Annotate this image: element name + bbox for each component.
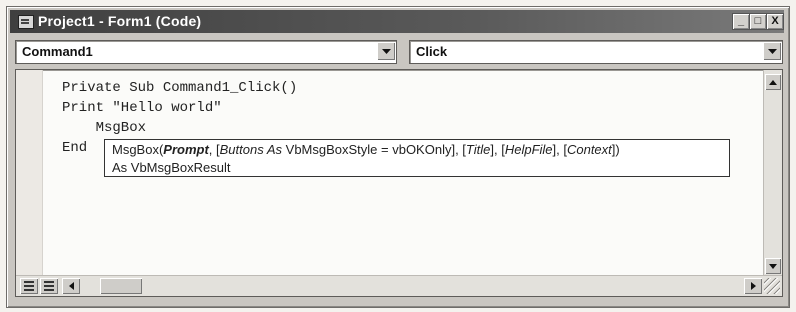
title-bar[interactable]: Project1 - Form1 (Code) _ □ X <box>10 10 784 33</box>
maximize-button[interactable]: □ <box>749 13 767 30</box>
tooltip-buttons-param: Buttons As <box>219 142 283 157</box>
scroll-up-button[interactable] <box>765 74 781 90</box>
margin-indicator-bar[interactable] <box>16 70 43 276</box>
dropdown-arrow-icon <box>767 48 777 54</box>
procedure-combo-value: Click <box>416 44 448 59</box>
scroll-down-button[interactable] <box>765 258 781 274</box>
procedure-view-icon <box>24 281 34 291</box>
tooltip-prompt-param: Prompt <box>163 142 209 157</box>
form-icon <box>18 15 34 29</box>
close-icon: X <box>771 15 779 27</box>
horizontal-scrollbar[interactable] <box>16 275 782 296</box>
procedure-view-button[interactable] <box>20 278 38 294</box>
tooltip-return-type: As VbMsgBoxResult <box>112 160 231 175</box>
close-button[interactable]: X <box>766 13 784 30</box>
scroll-left-button[interactable] <box>62 278 80 294</box>
scroll-left-icon <box>68 282 74 290</box>
scroll-right-icon <box>750 282 756 290</box>
quick-info-tooltip: MsgBox(Prompt, [Buttons As VbMsgBoxStyle… <box>104 139 730 177</box>
procedure-combo-dropdown-button[interactable] <box>763 42 781 60</box>
full-module-view-button[interactable] <box>40 278 58 294</box>
full-module-view-icon <box>44 281 54 291</box>
minimize-button[interactable]: _ <box>732 13 750 30</box>
scroll-up-icon <box>769 79 777 85</box>
tooltip-title-param: Title <box>465 142 491 157</box>
scroll-down-icon <box>769 263 777 269</box>
procedure-combo[interactable]: Click <box>409 40 783 64</box>
tooltip-context-param: Context <box>566 142 612 157</box>
code-line[interactable]: Private Sub Command1_Click() <box>62 78 297 98</box>
horizontal-scroll-thumb[interactable] <box>100 278 142 294</box>
scroll-right-button[interactable] <box>744 278 762 294</box>
code-editor[interactable]: Private Sub Command1_Click() Print "Hell… <box>15 69 783 297</box>
tooltip-helpfile-param: HelpFile <box>504 142 553 157</box>
object-combo-dropdown-button[interactable] <box>377 42 395 60</box>
tooltip-signature: MsgBox(Prompt, [Buttons As VbMsgBoxStyle… <box>112 142 620 157</box>
object-combo-value: Command1 <box>22 44 93 59</box>
vertical-scrollbar[interactable] <box>763 70 782 276</box>
code-line[interactable]: Print "Hello world" <box>62 98 297 118</box>
code-window: Project1 - Form1 (Code) _ □ X Command1 C… <box>6 6 790 308</box>
minimize-icon: _ <box>737 15 745 27</box>
object-combo[interactable]: Command1 <box>15 40 397 64</box>
resize-grip-icon[interactable] <box>764 278 780 294</box>
window-title: Project1 - Form1 (Code) <box>38 13 202 29</box>
dropdown-arrow-icon <box>381 48 391 54</box>
code-line[interactable]: MsgBox <box>62 118 297 138</box>
maximize-icon: □ <box>754 15 762 27</box>
